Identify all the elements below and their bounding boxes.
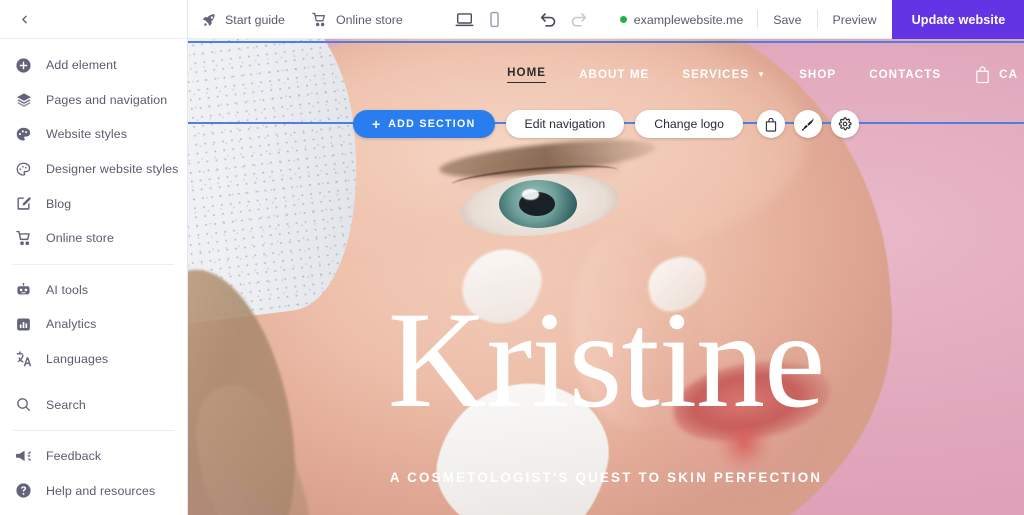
update-website-button[interactable]: Update website bbox=[891, 0, 1024, 39]
edit-navigation-button[interactable]: Edit navigation bbox=[505, 110, 625, 138]
sidebar-item-label: Blog bbox=[46, 196, 72, 211]
chevron-left-icon[interactable] bbox=[13, 8, 35, 30]
plus-circle-icon bbox=[13, 55, 34, 76]
sidebar-item-blog[interactable]: Blog bbox=[0, 186, 187, 221]
hero-title: Kristine bbox=[387, 283, 826, 436]
sidebar-divider-bottom bbox=[13, 429, 174, 431]
sidebar-item-label: Search bbox=[46, 397, 86, 412]
change-logo-button[interactable]: Change logo bbox=[635, 110, 743, 138]
selection-line-top bbox=[188, 41, 1024, 43]
site-nav-cart[interactable]: CA bbox=[974, 65, 1018, 84]
palette-outline-icon bbox=[13, 159, 34, 180]
online-store-label: Online store bbox=[335, 12, 403, 27]
paintbrush-icon[interactable] bbox=[793, 110, 822, 138]
sidebar-item-online-store[interactable]: Online store bbox=[0, 221, 187, 256]
sidebar-item-search[interactable]: Search bbox=[0, 387, 187, 422]
sidebar-item-label: Help and resources bbox=[46, 483, 156, 498]
site-nav-services-label: SERVICES bbox=[682, 67, 750, 81]
sidebar-item-label: Feedback bbox=[46, 449, 102, 464]
site-nav-home[interactable]: HOME bbox=[507, 66, 547, 83]
section-edit-toolbar: + ADD SECTION Edit navigation Change log… bbox=[188, 109, 1024, 139]
gear-icon[interactable] bbox=[830, 110, 859, 138]
site-nav-contacts[interactable]: CONTACTS bbox=[869, 68, 941, 81]
sidebar-item-label: AI tools bbox=[46, 282, 89, 297]
site-nav-services[interactable]: SERVICES ▼ bbox=[682, 68, 766, 81]
palette-filled-icon bbox=[13, 124, 34, 145]
layers-icon bbox=[13, 89, 34, 110]
megaphone-icon bbox=[13, 446, 34, 467]
website-navigation: HOME ABOUT ME SERVICES ▼ SHOP CONTACTS CA bbox=[188, 55, 1024, 93]
sidebar-item-pages-and-navigation[interactable]: Pages and navigation bbox=[0, 83, 187, 118]
sidebar-item-label: Online store bbox=[46, 231, 115, 246]
desktop-view-icon[interactable] bbox=[450, 0, 480, 39]
sidebar-item-languages[interactable]: Languages bbox=[0, 342, 187, 377]
editor-app: Add element Pages and navigation Website… bbox=[0, 0, 1024, 515]
sidebar-item-feedback[interactable]: Feedback bbox=[0, 439, 187, 474]
site-domain-button[interactable]: examplewebsite.me bbox=[606, 0, 758, 39]
preview-button[interactable]: Preview bbox=[818, 0, 892, 39]
sidebar-item-ai-tools[interactable]: AI tools bbox=[0, 273, 187, 308]
sidebar-item-label: Analytics bbox=[46, 317, 97, 332]
translate-icon bbox=[13, 349, 34, 370]
plus-icon: + bbox=[372, 116, 381, 132]
website-preview: HOME ABOUT ME SERVICES ▼ SHOP CONTACTS CA bbox=[188, 39, 1024, 515]
add-section-label: ADD SECTION bbox=[388, 118, 476, 130]
sidebar-item-designer-website-styles[interactable]: Designer website styles bbox=[0, 152, 187, 187]
rocket-icon bbox=[201, 12, 217, 28]
shopping-bag-icon[interactable] bbox=[756, 110, 785, 138]
viewport-toggle-group bbox=[450, 0, 510, 38]
start-guide-button[interactable]: Start guide bbox=[188, 0, 298, 39]
question-circle-icon bbox=[13, 480, 34, 501]
redo-icon bbox=[564, 0, 594, 39]
sidebar-divider bbox=[13, 263, 174, 265]
sidebar-item-website-styles[interactable]: Website styles bbox=[0, 117, 187, 152]
undo-icon[interactable] bbox=[534, 0, 564, 39]
sidebar-item-add-element[interactable]: Add element bbox=[0, 48, 187, 83]
add-section-button[interactable]: + ADD SECTION bbox=[353, 110, 495, 138]
sidebar-item-analytics[interactable]: Analytics bbox=[0, 307, 187, 342]
section-icon-buttons bbox=[756, 110, 859, 138]
shopping-cart-icon bbox=[311, 11, 328, 28]
sidebar-header bbox=[0, 0, 187, 39]
history-group bbox=[534, 0, 594, 38]
site-domain-label: examplewebsite.me bbox=[633, 12, 744, 27]
chevron-down-icon: ▼ bbox=[757, 69, 767, 79]
sidebar-item-label: Website styles bbox=[46, 127, 128, 142]
editor-canvas: Start guide Online store examplewebsite.… bbox=[188, 0, 1024, 515]
sidebar-item-label: Languages bbox=[46, 352, 109, 367]
save-button[interactable]: Save bbox=[758, 0, 816, 39]
top-toolbar: Start guide Online store examplewebsite.… bbox=[188, 0, 1024, 39]
sidebar-nav-group-3: Search bbox=[0, 387, 187, 422]
hero-section[interactable]: HOME ABOUT ME SERVICES ▼ SHOP CONTACTS CA bbox=[188, 39, 1024, 515]
shopping-cart-icon bbox=[13, 228, 34, 249]
sidebar-item-help-and-resources[interactable]: Help and resources bbox=[0, 473, 187, 508]
site-nav-cart-label: CA bbox=[999, 67, 1018, 81]
search-icon bbox=[13, 394, 34, 415]
sidebar-item-label: Add element bbox=[46, 58, 117, 73]
sidebar-nav-group-4: Feedback Help and resources bbox=[0, 439, 187, 515]
pencil-square-icon bbox=[13, 193, 34, 214]
left-sidebar: Add element Pages and navigation Website… bbox=[0, 0, 188, 515]
status-dot bbox=[619, 16, 627, 23]
start-guide-label: Start guide bbox=[225, 12, 285, 27]
sidebar-item-label: Designer website styles bbox=[46, 162, 179, 177]
shopping-bag-icon bbox=[974, 65, 991, 84]
bar-chart-icon bbox=[13, 314, 34, 335]
online-store-button[interactable]: Online store bbox=[298, 0, 416, 39]
toolbar-right-group: Save Preview Update website bbox=[757, 0, 1024, 39]
robot-icon bbox=[13, 279, 34, 300]
site-nav-about-me[interactable]: ABOUT ME bbox=[579, 68, 649, 81]
mobile-view-icon[interactable] bbox=[480, 0, 510, 39]
sidebar-nav-group-1: Add element Pages and navigation Website… bbox=[0, 39, 187, 256]
sidebar-item-label: Pages and navigation bbox=[46, 92, 168, 107]
site-nav-shop[interactable]: SHOP bbox=[799, 68, 836, 81]
hero-subtitle: A COSMETOLOGIST'S QUEST TO SKIN PERFECTI… bbox=[389, 470, 823, 485]
sidebar-nav-group-2: AI tools Analytics Languages bbox=[0, 273, 187, 377]
